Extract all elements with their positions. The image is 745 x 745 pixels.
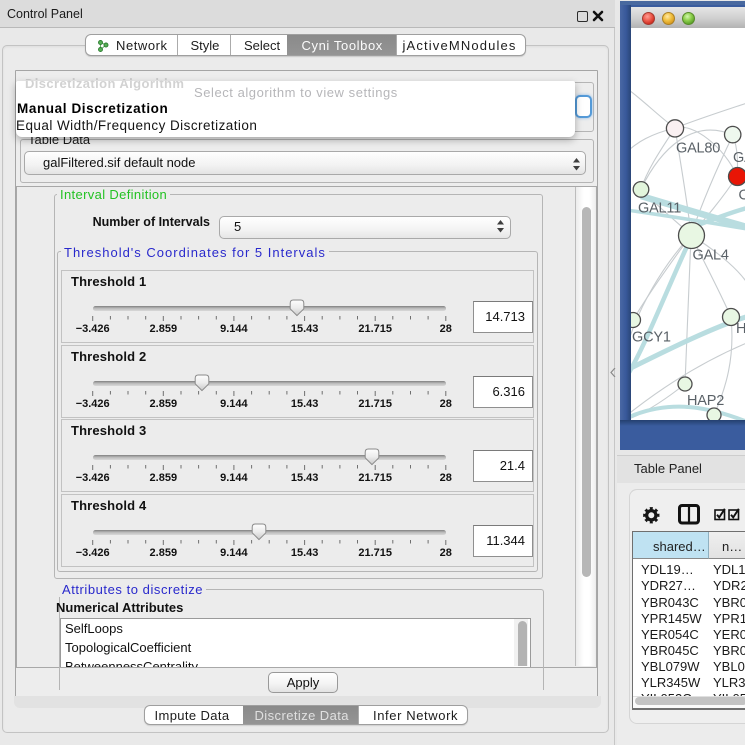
svg-text:GCY1: GCY1 [632, 330, 671, 346]
svg-text:GAL4: GAL4 [693, 248, 729, 264]
svg-text:HAP2: HAP2 [687, 393, 724, 409]
svg-text:GAL80: GAL80 [676, 141, 720, 157]
svg-text:O: O [739, 188, 745, 204]
svg-text:GAL11: GAL11 [638, 201, 681, 217]
svg-text:GA: GA [733, 150, 745, 166]
svg-text:H: H [736, 321, 745, 337]
